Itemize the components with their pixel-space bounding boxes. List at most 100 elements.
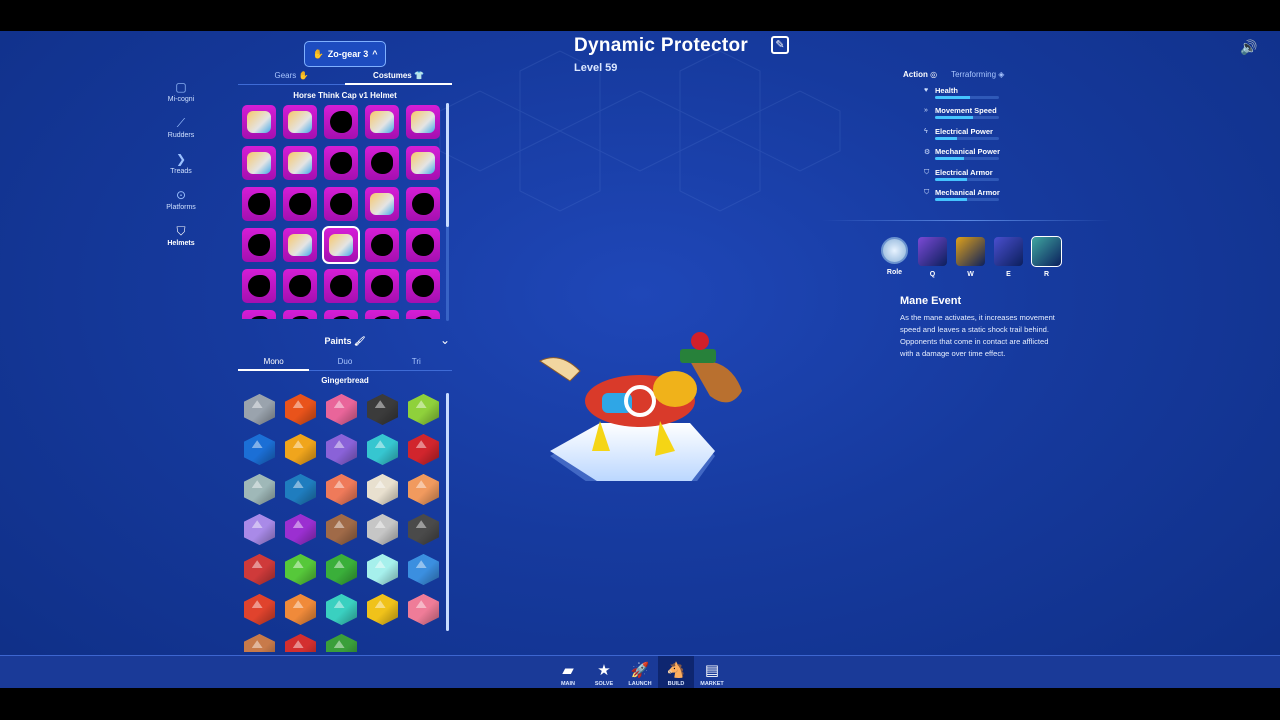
nav-label: Treads <box>170 167 192 175</box>
tab-tri[interactable]: Tri <box>380 357 452 371</box>
tab-action[interactable]: Action ◎ <box>903 70 937 79</box>
edit-name-icon[interactable]: ✎ <box>771 36 789 54</box>
ability-r[interactable]: R <box>1031 236 1062 278</box>
helmet-slot-locked[interactable] <box>406 269 440 303</box>
tab-costumes[interactable]: Costumes 👕 <box>345 71 452 85</box>
speaker-icon[interactable]: 🔊 <box>1240 39 1257 56</box>
paint-swatch[interactable] <box>408 394 439 425</box>
paint-swatch[interactable] <box>285 594 316 625</box>
paint-swatch[interactable] <box>367 434 398 465</box>
paint-swatch[interactable] <box>367 554 398 585</box>
paint-swatch[interactable] <box>285 474 316 505</box>
nav-build[interactable]: 🐴 BUILD <box>658 656 694 688</box>
helmet-slot[interactable] <box>283 105 317 139</box>
paint-scrollbar-thumb[interactable] <box>446 393 449 631</box>
helmet-slot-locked[interactable] <box>365 269 399 303</box>
helmet-scrollbar[interactable] <box>446 103 449 321</box>
nav-main[interactable]: ▰ MAIN <box>550 656 586 688</box>
ability-q[interactable]: Q <box>918 237 947 278</box>
paint-swatch[interactable] <box>244 394 275 425</box>
helmet-slot-locked[interactable] <box>365 310 399 319</box>
paint-swatch[interactable] <box>244 594 275 625</box>
tab-gears[interactable]: Gears ✋ <box>238 71 345 85</box>
helmet-slot-locked[interactable] <box>365 146 399 180</box>
paint-swatch[interactable] <box>326 394 357 425</box>
helmet-slot[interactable] <box>283 228 317 262</box>
helmet-slot[interactable] <box>242 105 276 139</box>
nav-solve[interactable]: ★ SOLVE <box>586 656 622 688</box>
gear-set-dropdown[interactable]: ✋ Zo-gear 3 ^ <box>304 41 386 67</box>
helmet-slot-locked[interactable] <box>406 187 440 221</box>
stat-bar-fill <box>935 197 967 201</box>
paint-swatch[interactable] <box>408 474 439 505</box>
helmet-slot-locked[interactable] <box>324 146 358 180</box>
tab-terraforming[interactable]: Terraforming ◈ <box>951 70 1004 79</box>
helmet-slot-locked[interactable] <box>324 269 358 303</box>
helmet-scrollbar-thumb[interactable] <box>446 103 449 227</box>
nav-item-treads[interactable]: ❯ Treads <box>160 145 202 181</box>
paint-swatch[interactable] <box>367 594 398 625</box>
locked-silhouette-icon <box>330 193 352 215</box>
paint-swatch[interactable] <box>285 554 316 585</box>
helmet-slot-locked[interactable] <box>406 310 440 319</box>
paint-swatch[interactable] <box>285 394 316 425</box>
paint-swatch[interactable] <box>326 434 357 465</box>
paint-swatch[interactable] <box>285 434 316 465</box>
paint-swatch[interactable] <box>244 554 275 585</box>
paint-swatch[interactable] <box>244 634 275 652</box>
paint-swatch[interactable] <box>408 514 439 545</box>
ability-w[interactable]: W <box>956 237 985 278</box>
helmet-slot-locked[interactable] <box>406 228 440 262</box>
paint-swatch[interactable] <box>408 594 439 625</box>
nav-market[interactable]: ▤ MARKET <box>694 656 730 688</box>
paint-swatch[interactable] <box>285 634 316 652</box>
nav-item-platforms[interactable]: ⊙ Platforms <box>160 181 202 217</box>
helmet-slot-locked[interactable] <box>365 228 399 262</box>
paint-swatch[interactable] <box>408 554 439 585</box>
paint-swatch[interactable] <box>326 634 357 652</box>
helmet-slot[interactable] <box>406 146 440 180</box>
paint-scrollbar[interactable] <box>446 393 449 631</box>
helmet-slot[interactable] <box>365 105 399 139</box>
helmet-slot-locked[interactable] <box>324 310 358 319</box>
helmet-slot-locked[interactable] <box>324 187 358 221</box>
paint-swatch[interactable] <box>244 434 275 465</box>
helmet-slot-selected[interactable] <box>322 226 360 264</box>
helmet-slot-locked[interactable] <box>283 187 317 221</box>
tab-duo[interactable]: Duo <box>309 357 381 371</box>
nav-launch[interactable]: 🚀 LAUNCH <box>622 656 658 688</box>
helmet-slot[interactable] <box>283 146 317 180</box>
paint-swatch[interactable] <box>367 514 398 545</box>
paint-swatch[interactable] <box>326 554 357 585</box>
helmet-slot-locked[interactable] <box>324 105 358 139</box>
helmet-slot[interactable] <box>365 187 399 221</box>
paint-swatch[interactable] <box>244 474 275 505</box>
helmet-slot[interactable] <box>242 146 276 180</box>
nav-item-rudders[interactable]: ⟋ Rudders <box>160 109 202 145</box>
paint-swatch[interactable] <box>367 394 398 425</box>
helmet-title: Horse Think Cap v1 Helmet <box>293 91 397 100</box>
paints-header[interactable]: Paints 🖌 ⌄ <box>238 333 452 351</box>
paint-swatch[interactable] <box>244 514 275 545</box>
tab-mono[interactable]: Mono <box>238 357 310 371</box>
helmet-slot-locked[interactable] <box>283 310 317 319</box>
paint-swatch[interactable] <box>367 474 398 505</box>
helmet-slot-locked[interactable] <box>283 269 317 303</box>
ability-e[interactable]: E <box>994 237 1023 278</box>
helmet-slot-locked[interactable] <box>242 228 276 262</box>
helmet-slot-locked[interactable] <box>242 310 276 319</box>
helmet-slot-locked[interactable] <box>242 269 276 303</box>
nav-item-mi-cogni[interactable]: ▢ Mi-cogni <box>160 73 202 109</box>
paint-swatch[interactable] <box>408 434 439 465</box>
paint-swatch[interactable] <box>285 514 316 545</box>
paint-swatch[interactable] <box>326 594 357 625</box>
locked-silhouette-icon <box>330 316 352 319</box>
chevron-down-icon[interactable]: ⌄ <box>440 333 450 347</box>
paint-swatch[interactable] <box>326 514 357 545</box>
nav-item-helmets[interactable]: ⛉ Helmets <box>160 217 202 253</box>
robot-preview[interactable] <box>530 301 760 481</box>
helmet-slot[interactable] <box>406 105 440 139</box>
helmet-slot-locked[interactable] <box>242 187 276 221</box>
paint-swatch[interactable] <box>326 474 357 505</box>
ability-role[interactable]: Role <box>880 237 909 278</box>
